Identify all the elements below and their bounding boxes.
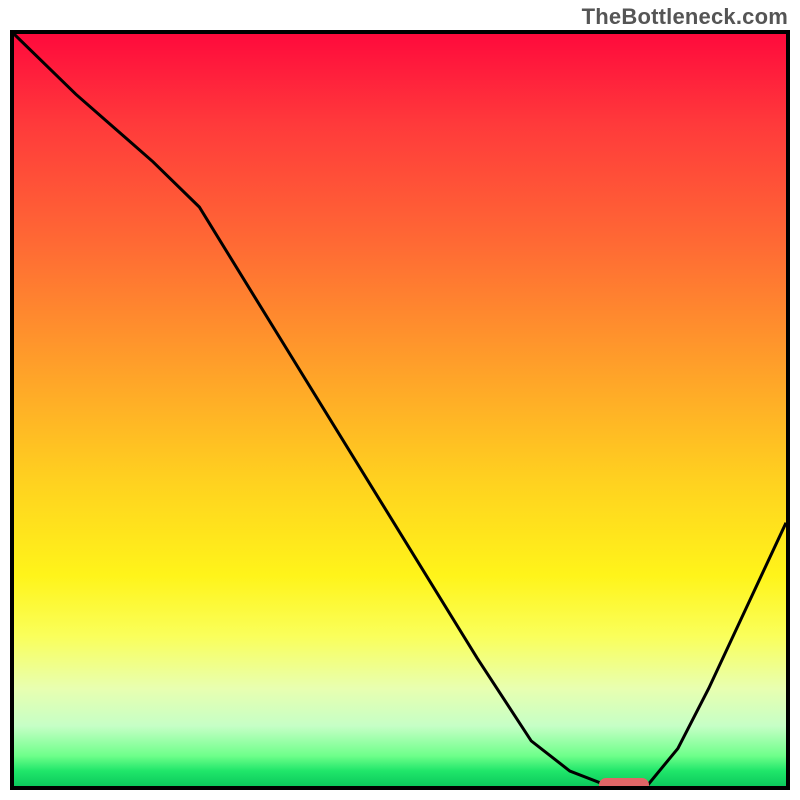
chart-frame	[10, 30, 790, 790]
chart-curve	[14, 34, 786, 786]
curve-path	[14, 34, 786, 786]
watermark-text: TheBottleneck.com	[582, 4, 788, 30]
target-marker	[599, 778, 649, 790]
